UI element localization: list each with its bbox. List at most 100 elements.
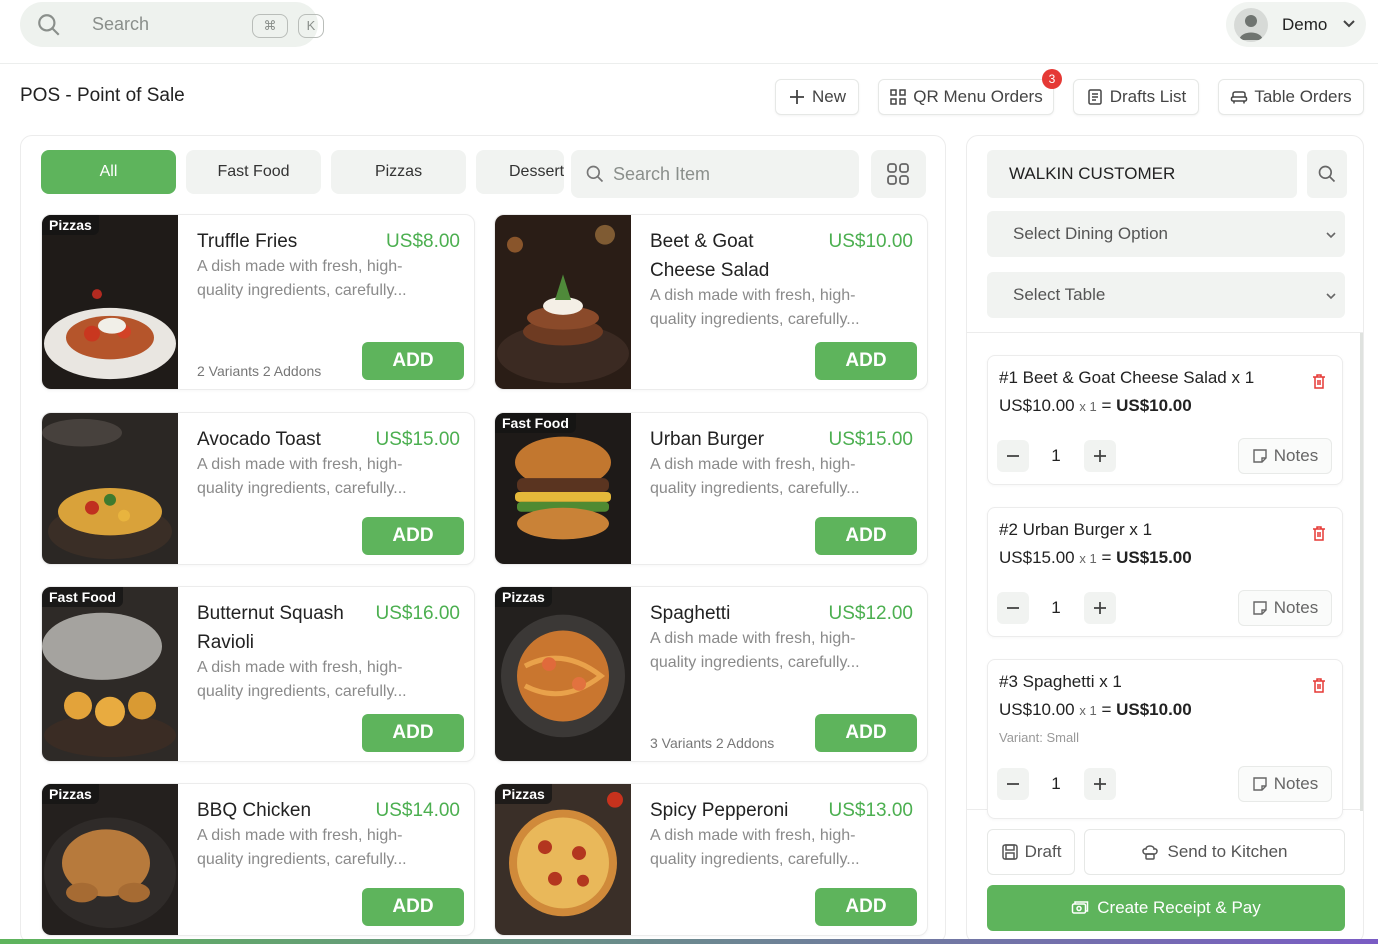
table-orders-button[interactable]: Table Orders [1218,79,1364,115]
category-tag: Fast Food [495,413,576,433]
item-price: US$15.00 [828,429,913,450]
qr-menu-orders-button[interactable]: QR Menu Orders [878,79,1054,115]
food-photo [42,784,178,935]
search-icon [1318,165,1336,183]
order-line: #3 Spaghetti x 1 US$10.00 x 1 = US$10.00… [987,659,1343,819]
user-menu[interactable]: Demo [1226,2,1366,47]
decrease-qty-button[interactable] [997,440,1029,472]
note-icon [1253,601,1267,615]
table-select[interactable]: Select Table [987,272,1345,318]
order-line-title: #2 Urban Burger x 1 [999,520,1153,539]
equals-sign: = [1101,396,1112,415]
category-tab-fast-food[interactable]: Fast Food [186,150,321,194]
window-bottom-edge [0,939,1378,944]
add-item-button[interactable]: ADD [815,517,917,555]
minus-icon [1007,783,1019,785]
menu-item-card: Pizzas Truffle Fries US$8.00 A dish made… [41,214,475,390]
increase-qty-button[interactable] [1084,592,1116,624]
item-price: US$8.00 [386,231,460,252]
notes-label: Notes [1273,774,1319,793]
line-total: US$10.00 [1116,396,1192,415]
customer-search-button[interactable] [1307,150,1347,198]
search-icon [38,14,60,36]
item-description: A dish made with fresh, high-quality ing… [650,287,860,328]
customer-field[interactable]: WALKIN CUSTOMER [987,150,1297,198]
food-photo [495,215,631,389]
item-description: A dish made with fresh, high-quality ing… [650,827,860,868]
note-icon [1253,449,1267,463]
quantity-value: 1 [1051,598,1061,617]
quantity-value: 1 [1051,774,1061,793]
item-name: Avocado Toast [197,429,321,450]
notes-button[interactable]: Notes [1238,438,1332,474]
notes-button[interactable]: Notes [1238,766,1332,802]
avatar [1234,8,1268,42]
equals-sign: = [1101,700,1112,719]
category-tag: Pizzas [42,215,99,235]
order-line-calc: US$15.00 x 1 = US$15.00 [999,548,1192,568]
draft-button-label: Draft [1024,842,1062,861]
plus-icon [1094,450,1106,462]
order-lines-list[interactable]: #1 Beet & Goat Cheese Salad x 1 US$10.00… [967,332,1363,819]
food-photo [495,413,631,564]
table-select-value: Select Table [1013,285,1106,304]
add-item-button[interactable]: ADD [362,517,464,555]
trash-icon[interactable] [1312,678,1326,694]
notes-label: Notes [1273,598,1319,617]
equals-sign: = [1101,548,1112,567]
notes-button[interactable]: Notes [1238,590,1332,626]
add-item-button[interactable]: ADD [815,888,917,926]
decrease-qty-button[interactable] [997,768,1029,800]
add-item-button[interactable]: ADD [815,714,917,752]
food-photo [42,413,178,564]
drafts-list-label: Drafts List [1109,87,1187,106]
multiplier: x 1 [1079,551,1097,566]
qr-grid-icon [890,89,907,105]
trash-icon[interactable] [1312,374,1326,390]
drafts-list-button[interactable]: Drafts List [1073,79,1199,115]
category-tag: Pizzas [495,784,552,804]
global-search-placeholder: Search [92,14,150,34]
category-tab-all[interactable]: All [41,150,176,194]
dining-option-select[interactable]: Select Dining Option [987,211,1345,257]
grid-view-button[interactable] [871,150,926,198]
multiplier: x 1 [1079,703,1097,718]
decrease-qty-button[interactable] [997,592,1029,624]
sofa-icon [1231,91,1248,104]
order-line: #1 Beet & Goat Cheese Salad x 1 US$10.00… [987,355,1343,485]
add-item-button[interactable]: ADD [362,888,464,926]
plus-icon [789,90,804,104]
create-receipt-pay-button[interactable]: Create Receipt & Pay [987,885,1345,931]
page-title: POS - Point of Sale [20,85,185,106]
food-photo [42,215,178,389]
add-item-button[interactable]: ADD [362,714,464,752]
add-item-button[interactable]: ADD [362,342,464,380]
order-list-scrollbar[interactable] [1360,333,1363,811]
item-name: Truffle Fries [197,231,298,252]
chevron-down-icon [1326,293,1336,300]
note-icon [1253,777,1267,791]
menu-item-card: Avocado Toast US$15.00 A dish made with … [41,412,475,565]
category-tab-pizzas[interactable]: Pizzas [331,150,466,194]
new-button[interactable]: New [775,79,859,115]
menu-item-card: Fast Food Butternut Squash Ravioli US$16… [41,586,475,762]
shortcut-cmd-key: ⌘ [252,14,288,38]
increase-qty-button[interactable] [1084,768,1116,800]
item-name: BBQ Chicken [197,800,312,821]
menu-item-card: Beet & Goat Cheese Salad US$10.00 A dish… [494,214,928,390]
item-name: Butternut Squash Ravioli [197,603,344,653]
category-tab-desserts[interactable]: Desserts [476,150,564,194]
trash-icon[interactable] [1312,526,1326,542]
notes-label: Notes [1273,446,1319,465]
send-to-kitchen-button[interactable]: Send to Kitchen [1084,829,1345,875]
item-search-input[interactable]: Search Item [571,150,859,198]
order-line: #2 Urban Burger x 1 US$15.00 x 1 = US$15… [987,507,1343,637]
order-line-title: #1 Beet & Goat Cheese Salad x 1 [999,368,1255,387]
grid-icon [887,163,909,185]
save-icon [1001,844,1018,860]
increase-qty-button[interactable] [1084,440,1116,472]
global-search[interactable]: Search ⌘ K [20,2,324,47]
add-item-button[interactable]: ADD [815,342,917,380]
qr-orders-count-badge: 3 [1042,69,1062,89]
draft-button[interactable]: Draft [987,829,1075,875]
